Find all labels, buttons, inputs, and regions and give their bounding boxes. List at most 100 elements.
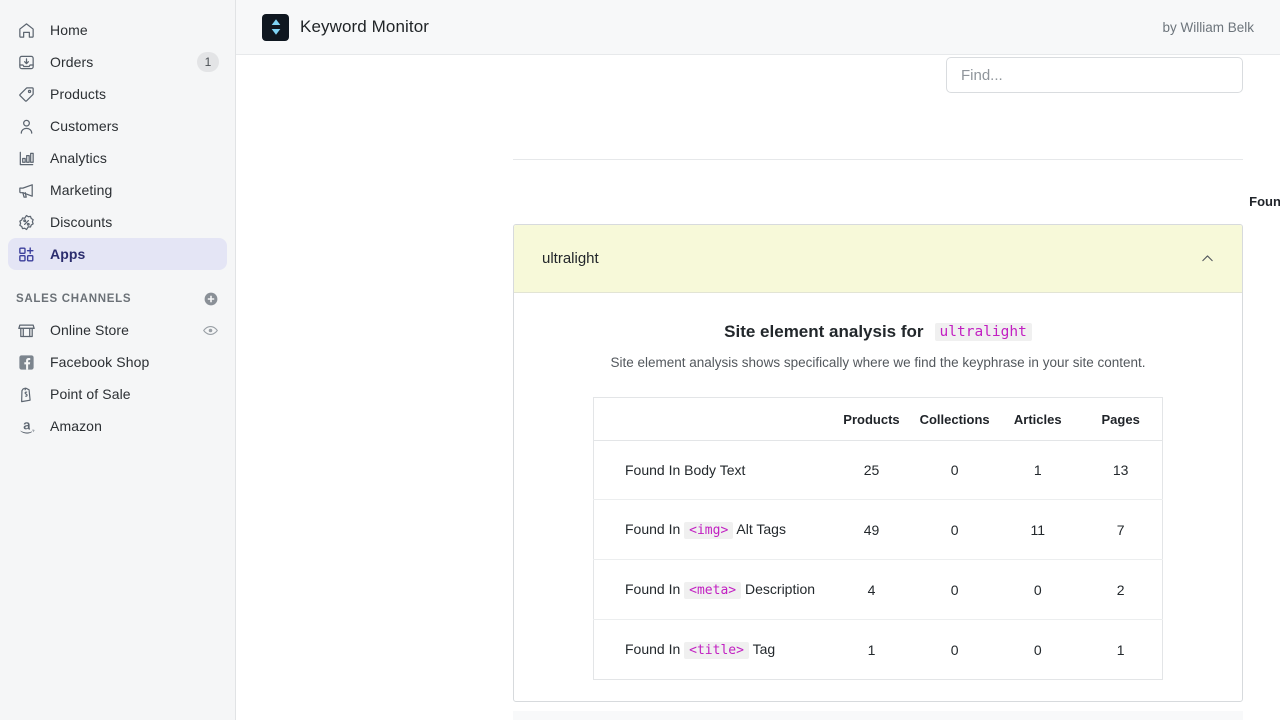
sidebar-item-label: Products (50, 86, 219, 102)
table-header-pages: Pages (1079, 398, 1162, 441)
sidebar-item-products[interactable]: Products (8, 78, 227, 110)
sidebar-item-label: Facebook Shop (50, 354, 219, 370)
analytics-bars-icon (16, 148, 36, 168)
sidebar-item-apps[interactable]: Apps (8, 238, 227, 270)
row-label: Found In <title> Tag (594, 620, 830, 680)
table-header-collections: Collections (913, 398, 996, 441)
sidebar-item-label: Discounts (50, 214, 219, 230)
keyword-name: ultralight (542, 250, 599, 267)
facebook-icon (16, 352, 36, 372)
table-row: Found In <title> Tag 1 0 0 1 (594, 620, 1163, 680)
home-icon (16, 20, 36, 40)
amazon-icon (16, 416, 36, 436)
sidebar-item-label: Home (50, 22, 219, 38)
table-header-row: Products Collections Articles Pages (594, 398, 1163, 441)
analysis-keyword-chip: ultralight (935, 323, 1032, 341)
cell-products: 4 (830, 560, 913, 620)
row-label-suffix: Description (745, 581, 815, 597)
sidebar-item-label: Apps (50, 246, 219, 262)
search-input[interactable] (946, 57, 1243, 93)
sidebar-spacer (0, 270, 235, 284)
sidebar-item-label: Analytics (50, 150, 219, 166)
table-header-articles: Articles (996, 398, 1079, 441)
cell-articles: 0 (996, 560, 1079, 620)
keyword-card-ultralight: ultralight 114 Site e (513, 224, 1243, 702)
main-area: Keyword Monitor by William Belk Found Tr… (236, 0, 1280, 720)
site-element-analysis-table: Products Collections Articles Pages Foun… (593, 397, 1163, 680)
cell-articles: 11 (996, 500, 1079, 560)
content-area: Found Track Over Time ultralight 114 (236, 55, 1280, 720)
sidebar-item-online-store[interactable]: Online Store (8, 314, 227, 346)
table-header-blank (594, 398, 830, 441)
keyword-row-header[interactable]: ultralight 114 (514, 225, 1242, 293)
row-label-code-chip: <title> (684, 642, 749, 659)
row-label-code-chip: <img> (684, 522, 733, 539)
sidebar-item-label: Customers (50, 118, 219, 134)
cell-pages: 13 (1079, 441, 1162, 500)
row-label: Found In <meta> Description (594, 560, 830, 620)
sidebar-item-analytics[interactable]: Analytics (8, 142, 227, 174)
sidebar-item-label: Online Store (50, 322, 202, 338)
keyword-found-count: 114 (1238, 250, 1243, 267)
products-tag-icon (16, 84, 36, 104)
sales-channels-title: SALES CHANNELS (16, 293, 203, 305)
analysis-subtitle: Site element analysis shows specifically… (514, 355, 1242, 370)
sidebar-item-point-of-sale[interactable]: Point of Sale (8, 378, 227, 410)
row-label-prefix: Found In (625, 581, 680, 597)
column-header-found: Found (1237, 193, 1280, 210)
author-byline: by William Belk (1162, 20, 1254, 35)
app-root: Home Orders 1 Products (0, 0, 1280, 720)
apps-grid-plus-icon (16, 244, 36, 264)
app-title: Keyword Monitor (300, 17, 429, 37)
cell-products: 49 (830, 500, 913, 560)
row-label-suffix: Alt Tags (736, 521, 786, 537)
cell-articles: 0 (996, 620, 1079, 680)
sidebar-item-label: Marketing (50, 182, 219, 198)
cell-pages: 1 (1079, 620, 1162, 680)
search-row (236, 55, 1280, 93)
sidebar-item-customers[interactable]: Customers (8, 110, 227, 142)
plus-circle-icon[interactable] (203, 291, 219, 307)
orders-icon (16, 52, 36, 72)
table-row: Found In <meta> Description 4 0 0 2 (594, 560, 1163, 620)
sidebar-item-facebook-shop[interactable]: Facebook Shop (8, 346, 227, 378)
cell-articles: 1 (996, 441, 1079, 500)
eye-icon[interactable] (202, 322, 219, 339)
row-label-prefix: Found In (625, 641, 680, 657)
sales-channels-header: SALES CHANNELS (8, 284, 227, 314)
row-label-prefix: Found In Body Text (625, 462, 745, 478)
keyword-analysis-body: Site element analysis for ultralight Sit… (514, 293, 1242, 680)
cell-collections: 0 (913, 500, 996, 560)
app-topbar: Keyword Monitor by William Belk (236, 0, 1280, 55)
cell-collections: 0 (913, 620, 996, 680)
keyword-row-alt-gby[interactable]: alt gby 29 (513, 711, 1243, 720)
table-row: Found In Body Text 25 0 1 13 (594, 441, 1163, 500)
table-head: Products Collections Articles Pages (594, 398, 1163, 441)
column-headers: Found Track Over Time (513, 173, 1243, 217)
analysis-title: Site element analysis for ultralight (514, 322, 1242, 342)
sidebar: Home Orders 1 Products (0, 0, 236, 720)
cell-pages: 7 (1079, 500, 1162, 560)
up-down-arrows-icon (262, 14, 289, 41)
sidebar-item-label: Point of Sale (50, 386, 219, 402)
cell-collections: 0 (913, 560, 996, 620)
chevron-up-icon[interactable] (1192, 250, 1222, 267)
sidebar-item-discounts[interactable]: Discounts (8, 206, 227, 238)
sidebar-item-orders[interactable]: Orders 1 (8, 46, 227, 78)
sidebar-item-home[interactable]: Home (8, 14, 227, 46)
table-header-products: Products (830, 398, 913, 441)
row-label: Found In Body Text (594, 441, 830, 500)
sidebar-item-label: Orders (50, 54, 197, 70)
table-body: Found In Body Text 25 0 1 13 Found In (594, 441, 1163, 680)
marketing-megaphone-icon (16, 180, 36, 200)
orders-badge: 1 (197, 52, 219, 72)
sidebar-item-marketing[interactable]: Marketing (8, 174, 227, 206)
sidebar-item-amazon[interactable]: Amazon (8, 410, 227, 442)
shopify-bag-icon (16, 384, 36, 404)
row-label-suffix: Tag (753, 641, 776, 657)
row-label-prefix: Found In (625, 521, 680, 537)
customers-person-icon (16, 116, 36, 136)
row-label: Found In <img> Alt Tags (594, 500, 830, 560)
analysis-title-prefix: Site element analysis for (724, 322, 923, 342)
storefront-icon (16, 320, 36, 340)
